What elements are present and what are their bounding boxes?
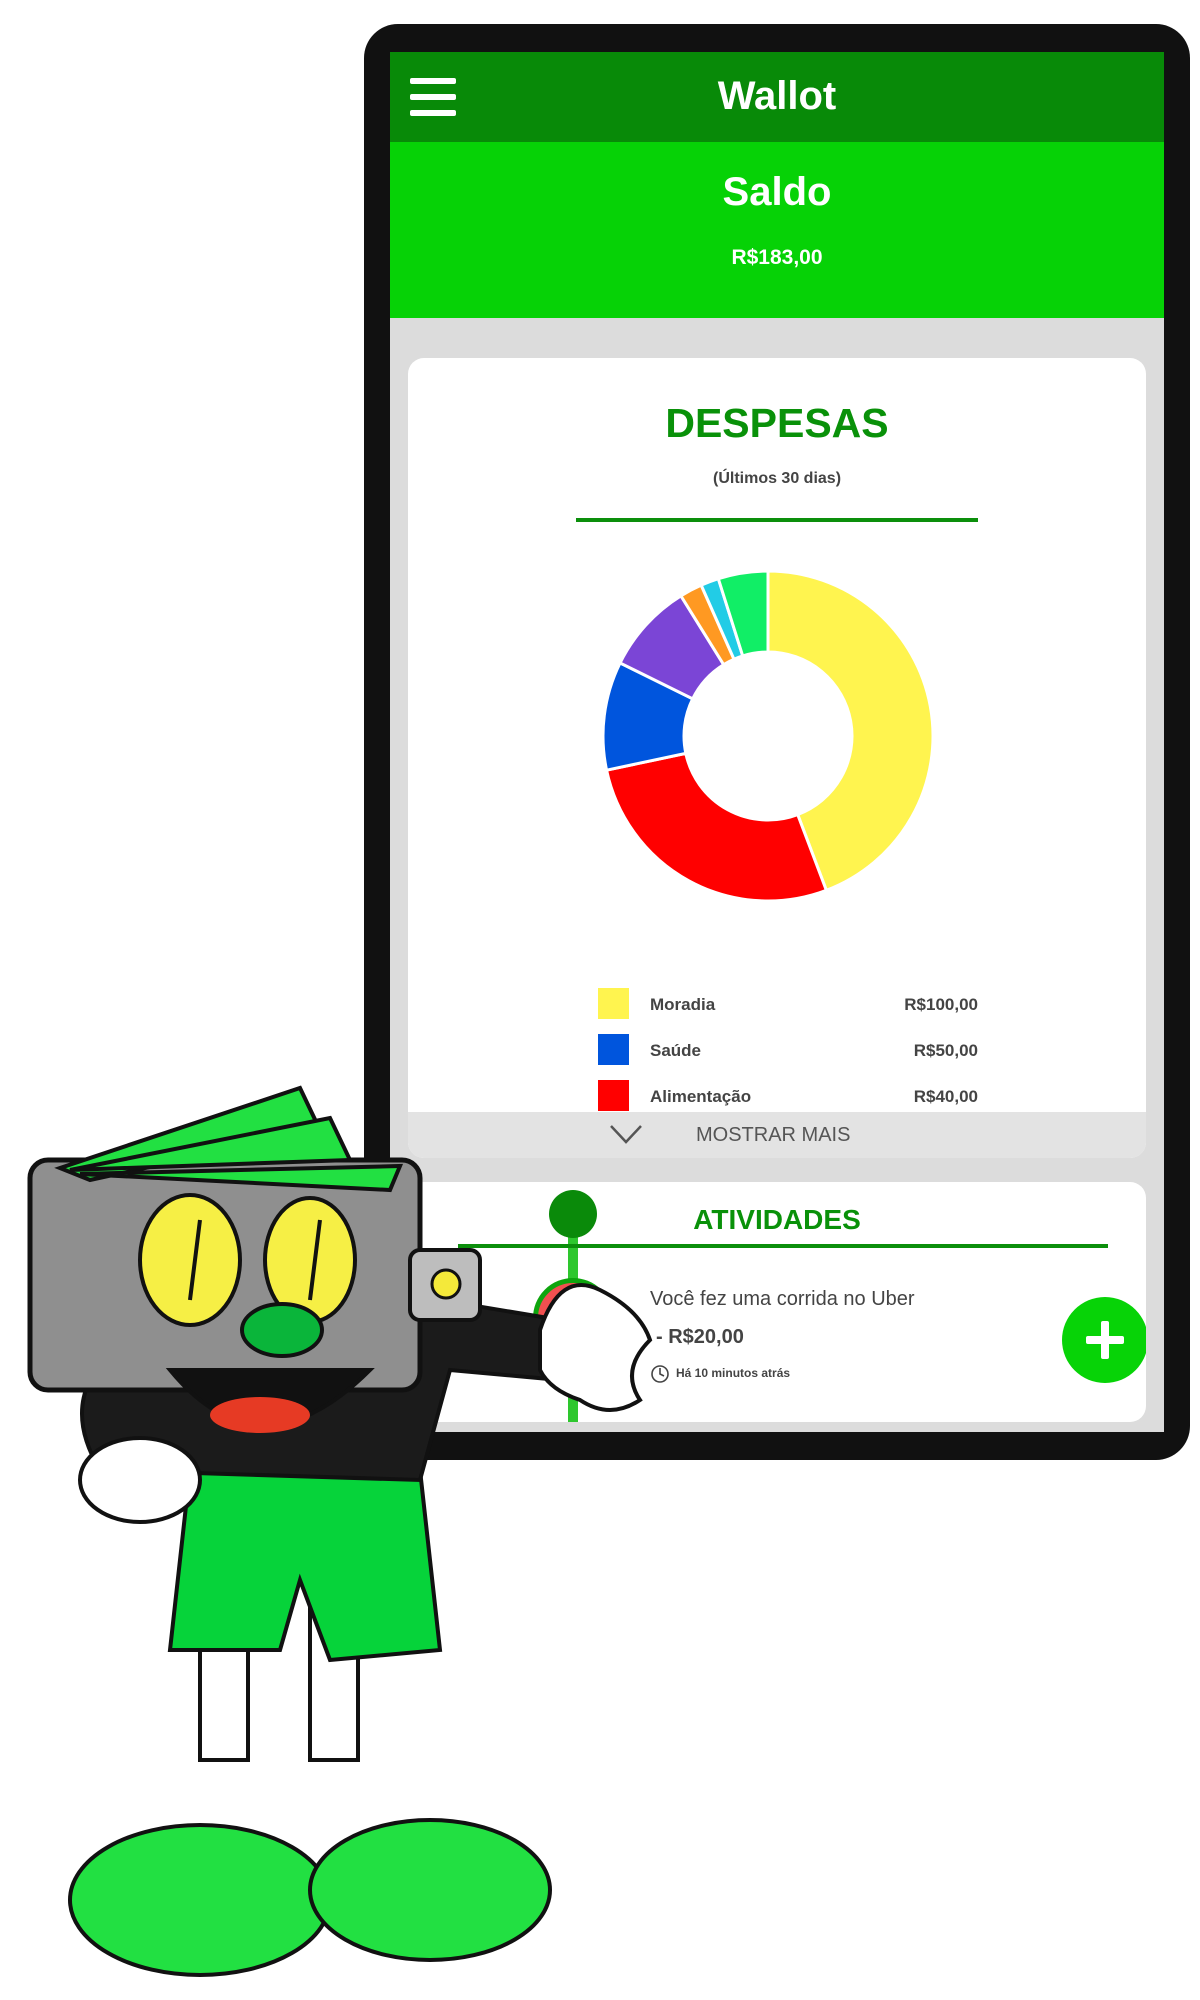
legend-item-moradia: Moradia R$100,00 [598, 988, 978, 1022]
legend-value: R$40,00 [913, 1087, 978, 1106]
app-bar: Wallot [390, 52, 1164, 142]
balance-value: R$183,00 [731, 246, 823, 269]
balance-label: Saldo [722, 170, 832, 214]
add-button[interactable] [1062, 1297, 1146, 1383]
legend-value: R$50,00 [913, 1041, 978, 1060]
expenses-card: DESPESAS (Últimos 30 dias) Moradia R$100… [408, 358, 1146, 1158]
expenses-title: DESPESAS [665, 400, 889, 446]
legend-label: Saúde [650, 1041, 702, 1060]
show-more-label: MOSTRAR MAIS [696, 1124, 851, 1146]
legend-label: Moradia [650, 995, 716, 1014]
wallet-mascot-illustration [27, 1085, 653, 1977]
expenses-donut-chart [601, 569, 935, 903]
donut-slice-1 [604, 751, 829, 903]
legend-swatch [598, 988, 629, 1019]
legend-item-saude: Saúde R$50,00 [598, 1034, 978, 1068]
legend-value: R$100,00 [904, 995, 978, 1014]
app-title: Wallot [717, 74, 837, 118]
balance-panel: Saldo R$183,00 [390, 142, 1164, 318]
divider [576, 518, 978, 522]
legend-swatch [598, 1034, 629, 1065]
expenses-subtitle: (Últimos 30 dias) [712, 470, 842, 487]
